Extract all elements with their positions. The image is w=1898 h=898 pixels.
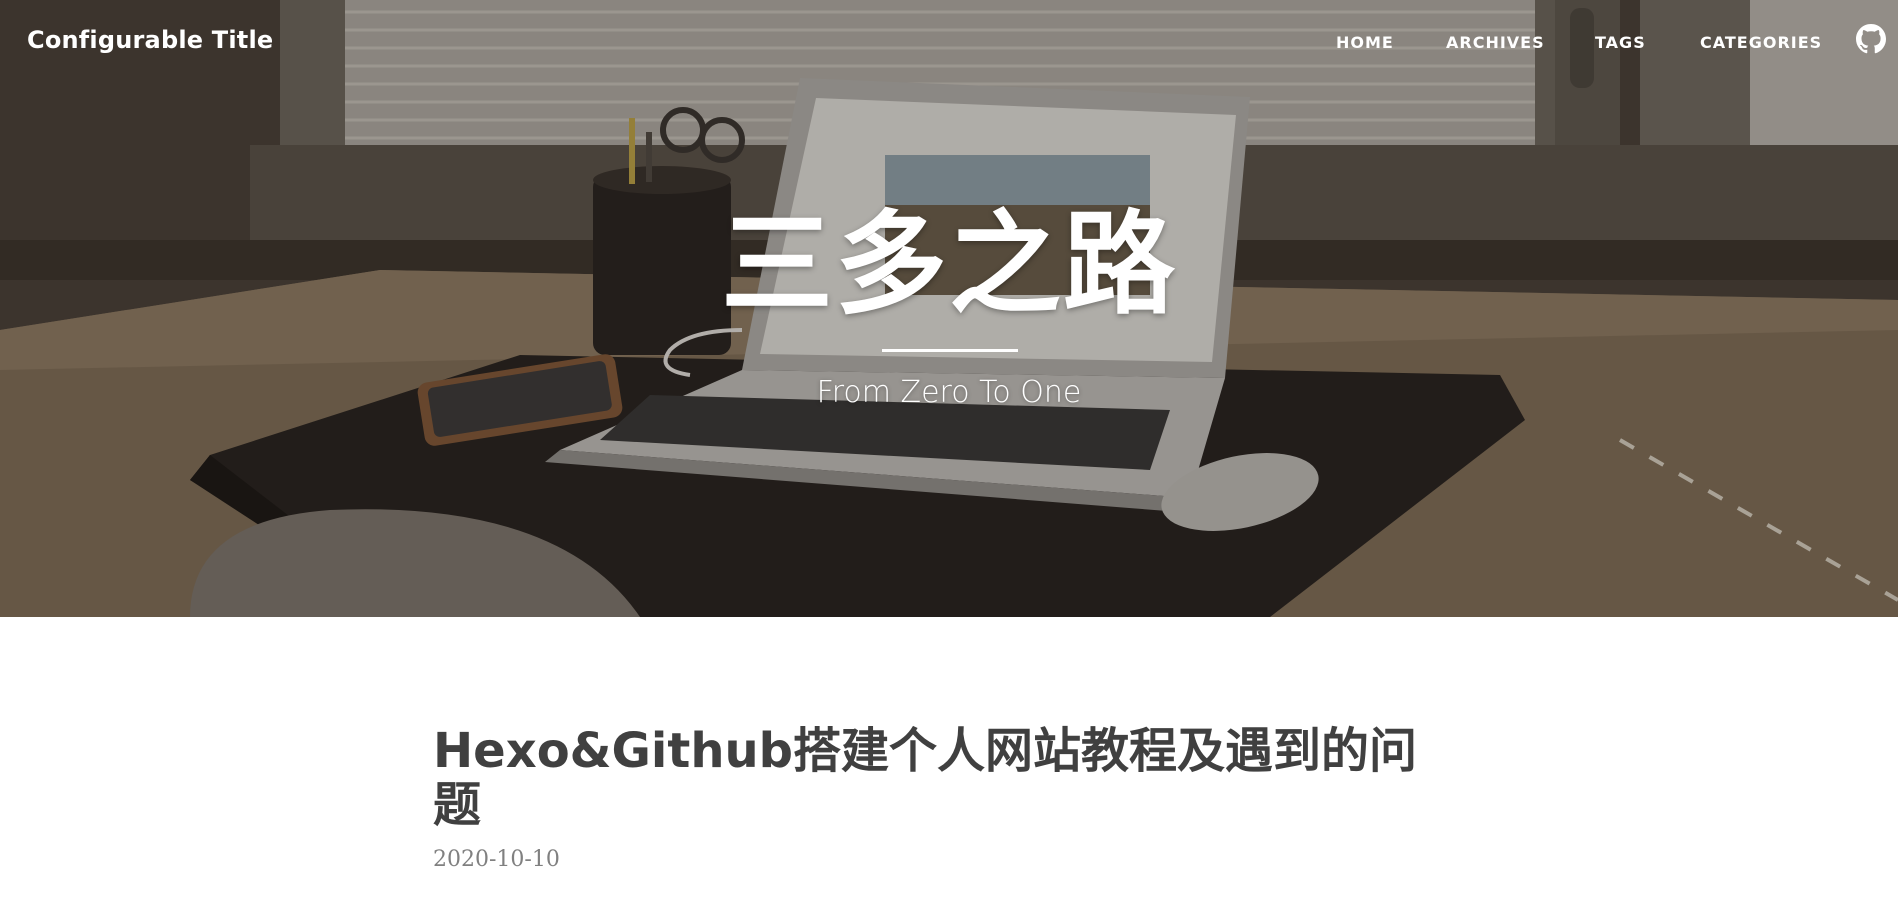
- hero-subheading: From Zero To One: [816, 375, 1082, 410]
- hero-divider: [882, 349, 1018, 352]
- post-preview: Hexo&Github搭建个人网站教程及遇到的问题 2020-10-10: [433, 724, 1433, 874]
- post-title-link[interactable]: Hexo&Github搭建个人网站教程及遇到的问题: [433, 724, 1433, 832]
- github-icon[interactable]: [1856, 24, 1886, 54]
- post-date: 2020-10-10: [433, 847, 560, 872]
- hero-heading: 三多之路: [721, 200, 1177, 330]
- site-title-link[interactable]: Configurable Title: [27, 26, 273, 54]
- hero-header: Configurable Title HOME ARCHIVES TAGS CA…: [0, 0, 1898, 617]
- nav-categories[interactable]: CATEGORIES: [1700, 33, 1822, 52]
- nav-archives[interactable]: ARCHIVES: [1446, 33, 1545, 52]
- page: Configurable Title HOME ARCHIVES TAGS CA…: [0, 0, 1898, 898]
- nav-home[interactable]: HOME: [1336, 33, 1394, 52]
- nav-tags[interactable]: TAGS: [1595, 33, 1646, 52]
- github-logo-svg: [1856, 24, 1886, 54]
- main-nav: HOME ARCHIVES TAGS CATEGORIES: [1198, 33, 1898, 53]
